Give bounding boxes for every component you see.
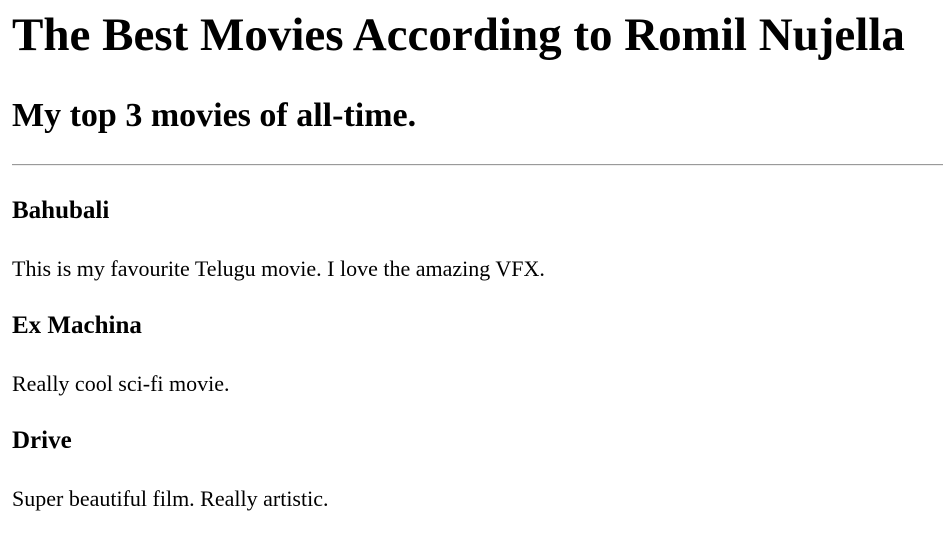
page-subtitle: My top 3 movies of all-time. — [12, 97, 417, 134]
page-title: The Best Movies According to Romil Nujel… — [12, 9, 905, 61]
movie-description-drive: Super beautiful film. Really artistic. — [12, 486, 329, 511]
movie-title-ex-machina: Ex Machina — [12, 312, 142, 339]
movie-title-bahubali: Bahubali — [12, 197, 110, 224]
horizontal-divider — [12, 164, 943, 166]
movie-title-drive: Drive — [12, 427, 72, 454]
page: The Best Movies According to Romil Nujel… — [0, 0, 943, 534]
movie-description-bahubali: This is my favourite Telugu movie. I lov… — [12, 256, 545, 281]
movie-description-ex-machina: Really cool sci-fi movie. — [12, 371, 230, 396]
